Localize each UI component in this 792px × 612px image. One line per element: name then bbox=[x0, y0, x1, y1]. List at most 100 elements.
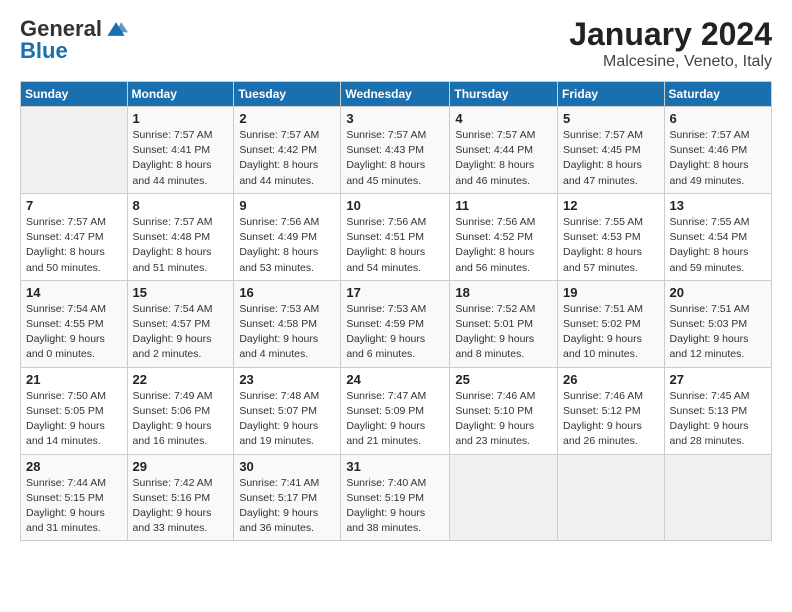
calendar-cell: 28 Sunrise: 7:44 AM Sunset: 5:15 PM Dayli… bbox=[21, 454, 128, 541]
day-info: Sunrise: 7:57 AM Sunset: 4:44 PM Dayligh… bbox=[455, 128, 552, 189]
weekday-header-thursday: Thursday bbox=[450, 82, 558, 107]
day-number: 26 bbox=[563, 372, 659, 387]
weekday-header-tuesday: Tuesday bbox=[234, 82, 341, 107]
calendar-cell: 2 Sunrise: 7:57 AM Sunset: 4:42 PM Daylig… bbox=[234, 107, 341, 194]
day-info: Sunrise: 7:57 AM Sunset: 4:43 PM Dayligh… bbox=[346, 128, 444, 189]
calendar-cell: 12 Sunrise: 7:55 AM Sunset: 4:53 PM Dayli… bbox=[558, 193, 665, 280]
calendar-cell: 20Sunrise: 7:51 AM Sunset: 5:03 PM Dayli… bbox=[664, 280, 771, 367]
day-info: Sunrise: 7:54 AM Sunset: 4:55 PM Dayligh… bbox=[26, 302, 122, 363]
calendar-cell: 27 Sunrise: 7:45 AM Sunset: 5:13 PM Dayli… bbox=[664, 367, 771, 454]
day-number: 12 bbox=[563, 198, 659, 213]
day-info: Sunrise: 7:57 AM Sunset: 4:47 PM Dayligh… bbox=[26, 215, 122, 276]
day-number: 1 bbox=[133, 111, 229, 126]
weekday-header-monday: Monday bbox=[127, 82, 234, 107]
calendar-cell: 3 Sunrise: 7:57 AM Sunset: 4:43 PM Daylig… bbox=[341, 107, 450, 194]
day-number: 10 bbox=[346, 198, 444, 213]
day-number: 9 bbox=[239, 198, 335, 213]
calendar-cell: 10 Sunrise: 7:56 AM Sunset: 4:51 PM Dayli… bbox=[341, 193, 450, 280]
calendar-cell: 5Sunrise: 7:57 AM Sunset: 4:45 PM Daylig… bbox=[558, 107, 665, 194]
calendar-cell: 14 Sunrise: 7:54 AM Sunset: 4:55 PM Dayli… bbox=[21, 280, 128, 367]
day-number: 20 bbox=[670, 285, 766, 300]
day-number: 21 bbox=[26, 372, 122, 387]
day-info: Sunrise: 7:41 AM Sunset: 5:17 PM Dayligh… bbox=[239, 476, 335, 537]
day-info: Sunrise: 7:49 AM Sunset: 5:06 PM Dayligh… bbox=[133, 389, 229, 450]
calendar-cell: 30 Sunrise: 7:41 AM Sunset: 5:17 PM Dayli… bbox=[234, 454, 341, 541]
calendar-cell bbox=[664, 454, 771, 541]
day-number: 8 bbox=[133, 198, 229, 213]
day-number: 24 bbox=[346, 372, 444, 387]
day-number: 6 bbox=[670, 111, 766, 126]
calendar-cell: 29 Sunrise: 7:42 AM Sunset: 5:16 PM Dayli… bbox=[127, 454, 234, 541]
day-info: Sunrise: 7:50 AM Sunset: 5:05 PM Dayligh… bbox=[26, 389, 122, 450]
day-number: 19 bbox=[563, 285, 659, 300]
day-info: Sunrise: 7:57 AM Sunset: 4:48 PM Dayligh… bbox=[133, 215, 229, 276]
page: General Blue January 2024 Malcesine, Ven… bbox=[0, 0, 792, 612]
logo-icon bbox=[104, 20, 128, 38]
day-info: Sunrise: 7:44 AM Sunset: 5:15 PM Dayligh… bbox=[26, 476, 122, 537]
day-info: Sunrise: 7:42 AM Sunset: 5:16 PM Dayligh… bbox=[133, 476, 229, 537]
calendar-week-4: 21 Sunrise: 7:50 AM Sunset: 5:05 PM Dayli… bbox=[21, 367, 772, 454]
calendar-cell: 21 Sunrise: 7:50 AM Sunset: 5:05 PM Dayli… bbox=[21, 367, 128, 454]
calendar-cell: 19Sunrise: 7:51 AM Sunset: 5:02 PM Dayli… bbox=[558, 280, 665, 367]
header: General Blue January 2024 Malcesine, Ven… bbox=[20, 16, 772, 71]
calendar-cell bbox=[450, 454, 558, 541]
day-number: 22 bbox=[133, 372, 229, 387]
day-info: Sunrise: 7:40 AM Sunset: 5:19 PM Dayligh… bbox=[346, 476, 444, 537]
calendar-week-5: 28 Sunrise: 7:44 AM Sunset: 5:15 PM Dayli… bbox=[21, 454, 772, 541]
calendar-cell: 16Sunrise: 7:53 AM Sunset: 4:58 PM Dayli… bbox=[234, 280, 341, 367]
day-number: 3 bbox=[346, 111, 444, 126]
day-number: 27 bbox=[670, 372, 766, 387]
calendar-table: SundayMondayTuesdayWednesdayThursdayFrid… bbox=[20, 81, 772, 541]
calendar-week-2: 7Sunrise: 7:57 AM Sunset: 4:47 PM Daylig… bbox=[21, 193, 772, 280]
day-number: 29 bbox=[133, 459, 229, 474]
day-number: 30 bbox=[239, 459, 335, 474]
day-number: 15 bbox=[133, 285, 229, 300]
calendar-cell bbox=[21, 107, 128, 194]
day-info: Sunrise: 7:46 AM Sunset: 5:12 PM Dayligh… bbox=[563, 389, 659, 450]
day-info: Sunrise: 7:55 AM Sunset: 4:54 PM Dayligh… bbox=[670, 215, 766, 276]
day-number: 31 bbox=[346, 459, 444, 474]
day-number: 25 bbox=[455, 372, 552, 387]
weekday-header-sunday: Sunday bbox=[21, 82, 128, 107]
title-block: January 2024 Malcesine, Veneto, Italy bbox=[569, 16, 772, 71]
calendar-cell: 17 Sunrise: 7:53 AM Sunset: 4:59 PM Dayli… bbox=[341, 280, 450, 367]
day-number: 2 bbox=[239, 111, 335, 126]
month-title: January 2024 bbox=[569, 16, 772, 53]
day-number: 13 bbox=[670, 198, 766, 213]
location-title: Malcesine, Veneto, Italy bbox=[569, 53, 772, 71]
logo: General Blue bbox=[20, 16, 128, 64]
day-number: 11 bbox=[455, 198, 552, 213]
day-info: Sunrise: 7:53 AM Sunset: 4:58 PM Dayligh… bbox=[239, 302, 335, 363]
day-info: Sunrise: 7:53 AM Sunset: 4:59 PM Dayligh… bbox=[346, 302, 444, 363]
day-info: Sunrise: 7:57 AM Sunset: 4:41 PM Dayligh… bbox=[133, 128, 229, 189]
calendar-cell: 25Sunrise: 7:46 AM Sunset: 5:10 PM Dayli… bbox=[450, 367, 558, 454]
calendar-cell: 4 Sunrise: 7:57 AM Sunset: 4:44 PM Daylig… bbox=[450, 107, 558, 194]
calendar-cell: 1 Sunrise: 7:57 AM Sunset: 4:41 PM Daylig… bbox=[127, 107, 234, 194]
calendar-header-row: SundayMondayTuesdayWednesdayThursdayFrid… bbox=[21, 82, 772, 107]
day-info: Sunrise: 7:45 AM Sunset: 5:13 PM Dayligh… bbox=[670, 389, 766, 450]
day-info: Sunrise: 7:54 AM Sunset: 4:57 PM Dayligh… bbox=[133, 302, 229, 363]
calendar-cell: 24Sunrise: 7:47 AM Sunset: 5:09 PM Dayli… bbox=[341, 367, 450, 454]
day-info: Sunrise: 7:48 AM Sunset: 5:07 PM Dayligh… bbox=[239, 389, 335, 450]
day-number: 14 bbox=[26, 285, 122, 300]
day-number: 28 bbox=[26, 459, 122, 474]
day-info: Sunrise: 7:57 AM Sunset: 4:45 PM Dayligh… bbox=[563, 128, 659, 189]
day-info: Sunrise: 7:57 AM Sunset: 4:46 PM Dayligh… bbox=[670, 128, 766, 189]
calendar-cell: 23 Sunrise: 7:48 AM Sunset: 5:07 PM Dayli… bbox=[234, 367, 341, 454]
day-number: 4 bbox=[455, 111, 552, 126]
day-info: Sunrise: 7:52 AM Sunset: 5:01 PM Dayligh… bbox=[455, 302, 552, 363]
calendar-cell: 11Sunrise: 7:56 AM Sunset: 4:52 PM Dayli… bbox=[450, 193, 558, 280]
calendar-cell: 15 Sunrise: 7:54 AM Sunset: 4:57 PM Dayli… bbox=[127, 280, 234, 367]
day-info: Sunrise: 7:55 AM Sunset: 4:53 PM Dayligh… bbox=[563, 215, 659, 276]
day-info: Sunrise: 7:56 AM Sunset: 4:51 PM Dayligh… bbox=[346, 215, 444, 276]
calendar-cell: 6 Sunrise: 7:57 AM Sunset: 4:46 PM Daylig… bbox=[664, 107, 771, 194]
day-number: 23 bbox=[239, 372, 335, 387]
weekday-header-saturday: Saturday bbox=[664, 82, 771, 107]
day-info: Sunrise: 7:57 AM Sunset: 4:42 PM Dayligh… bbox=[239, 128, 335, 189]
day-number: 17 bbox=[346, 285, 444, 300]
calendar-cell: 31 Sunrise: 7:40 AM Sunset: 5:19 PM Dayli… bbox=[341, 454, 450, 541]
calendar-cell: 22 Sunrise: 7:49 AM Sunset: 5:06 PM Dayli… bbox=[127, 367, 234, 454]
day-info: Sunrise: 7:56 AM Sunset: 4:49 PM Dayligh… bbox=[239, 215, 335, 276]
day-number: 18 bbox=[455, 285, 552, 300]
calendar-cell: 13 Sunrise: 7:55 AM Sunset: 4:54 PM Dayli… bbox=[664, 193, 771, 280]
